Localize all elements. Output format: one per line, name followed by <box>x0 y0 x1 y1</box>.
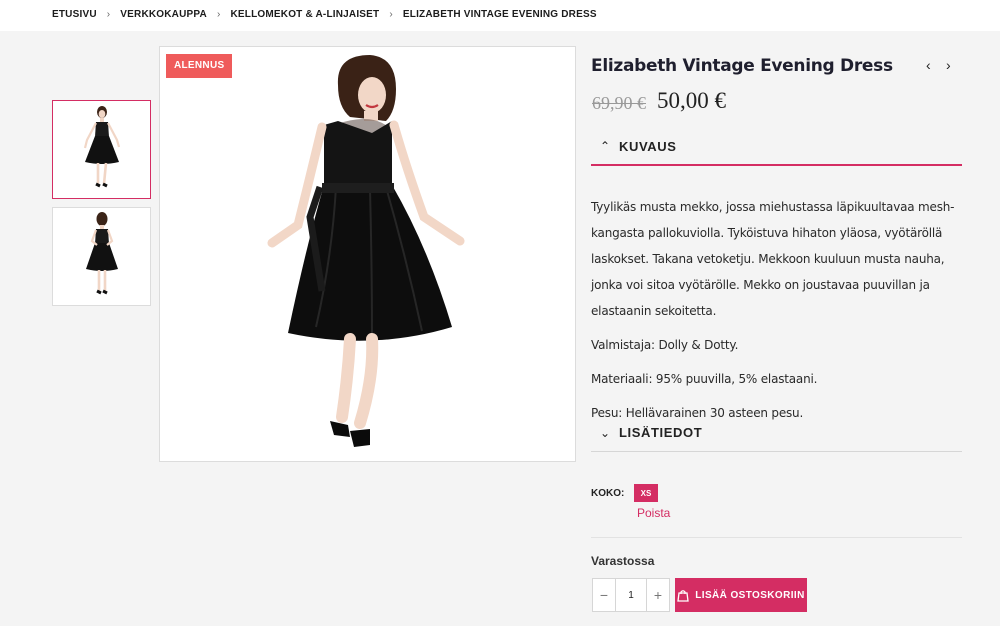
breadcrumb-current: ELIZABETH VINTAGE EVENING DRESS <box>402 9 597 20</box>
clear-selection-link[interactable]: Poista <box>637 506 670 520</box>
product-title: Elizabeth Vintage Evening Dress <box>591 56 893 76</box>
shopping-bag-icon <box>677 589 690 602</box>
gallery-thumbnail-front[interactable] <box>52 100 151 199</box>
accordion-description-label: KUVAUS <box>619 138 677 154</box>
accordion-details-label: LISÄTIEDOT <box>619 425 703 440</box>
breadcrumb-separator: › <box>106 9 111 20</box>
divider <box>591 537 962 538</box>
dress-front-image <box>83 105 120 187</box>
gallery-thumbnail-back[interactable] <box>52 207 151 306</box>
breadcrumb-shop[interactable]: VERKKOKAUPPA <box>120 9 207 20</box>
breadcrumb-separator: › <box>216 9 221 20</box>
description-manufacturer: Valmistaja: Dolly & Dotty. <box>591 338 739 352</box>
product-main-image[interactable]: ALENNUS <box>159 46 576 462</box>
description-paragraph: Tyylikäs musta mekko, jossa miehustassa … <box>591 200 955 318</box>
product-nav: ‹ › <box>926 58 956 72</box>
accordion-details-header[interactable]: ⌄ LISÄTIEDOT <box>591 414 962 452</box>
breadcrumb-category[interactable]: KELLOMEKOT & A-LINJAISET <box>230 9 379 20</box>
chevron-up-icon: ⌃ <box>599 139 611 153</box>
sale-price: 50,00 € <box>657 88 726 113</box>
chevron-right-icon[interactable]: › <box>946 58 956 72</box>
chevron-down-icon: ⌄ <box>599 425 611 440</box>
add-to-cart-label: LISÄÄ OSTOSKORIIN <box>695 589 805 601</box>
size-option-xs[interactable]: XS <box>634 484 658 502</box>
accordion-description-header[interactable]: ⌃ KUVAUS <box>591 128 962 166</box>
description-material: Materiaali: 95% puuvilla, 5% elastaani. <box>591 372 818 386</box>
add-to-cart-button[interactable]: LISÄÄ OSTOSKORIIN <box>675 578 807 612</box>
breadcrumb: ETUSIVU › VERKKOKAUPPA › KELLOMEKOT & A-… <box>52 9 597 20</box>
chevron-left-icon[interactable]: ‹ <box>926 58 936 72</box>
quantity-input[interactable] <box>615 579 647 611</box>
quantity-increase-button[interactable]: + <box>647 579 669 611</box>
stock-status: Varastossa <box>591 554 655 568</box>
product-description: Tyylikäs musta mekko, jossa miehustassa … <box>591 194 962 434</box>
quantity-stepper: − + <box>592 578 670 612</box>
dress-model-image <box>267 55 465 447</box>
size-label: KOKO: <box>591 487 625 499</box>
breadcrumb-bar: ETUSIVU › VERKKOKAUPPA › KELLOMEKOT & A-… <box>0 0 1000 31</box>
dress-back-image <box>85 211 118 294</box>
old-price: 69,90 € <box>592 93 646 113</box>
quantity-decrease-button[interactable]: − <box>593 579 615 611</box>
breadcrumb-home[interactable]: ETUSIVU <box>52 9 97 20</box>
sale-badge: ALENNUS <box>166 54 233 78</box>
size-selector: KOKO: XS <box>591 484 658 502</box>
breadcrumb-separator: › <box>389 9 393 20</box>
